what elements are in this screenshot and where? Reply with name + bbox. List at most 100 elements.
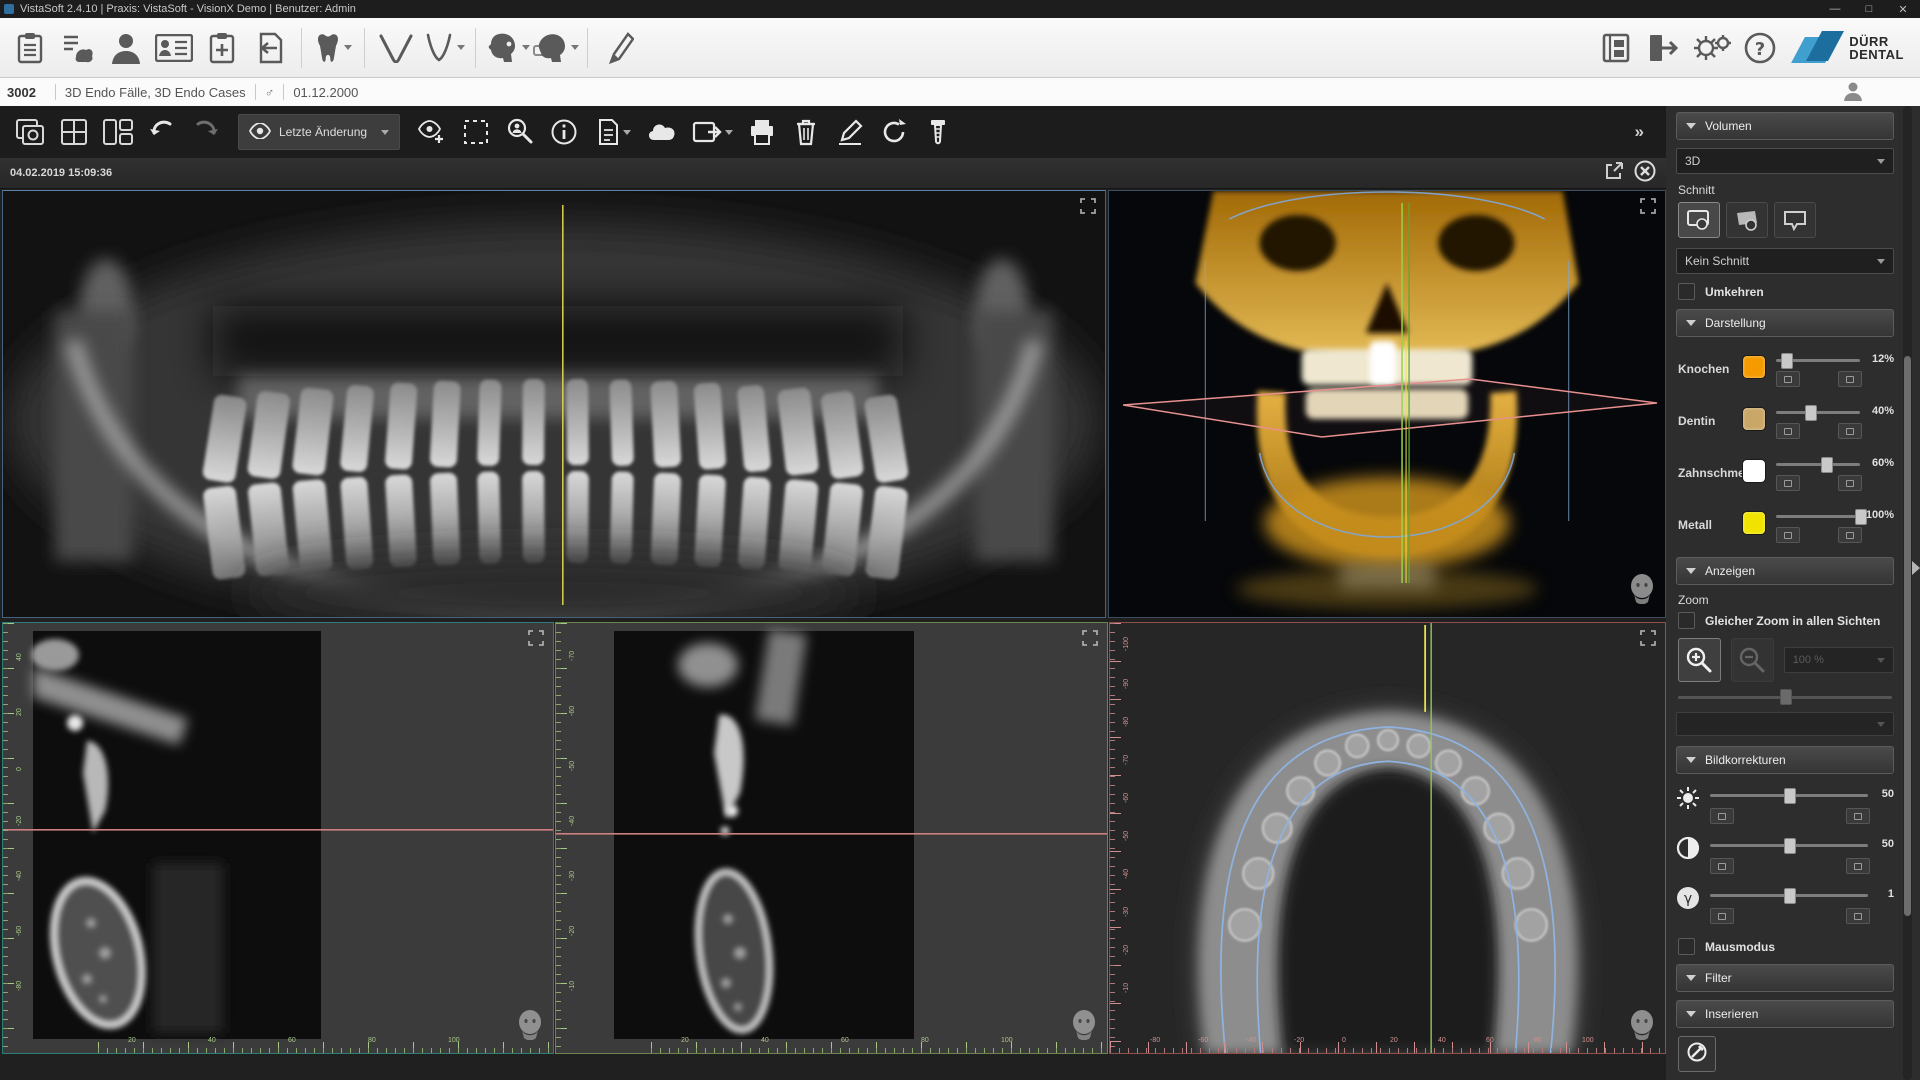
- toolbar-overflow-button[interactable]: »: [1635, 122, 1658, 142]
- close-button[interactable]: ✕: [1886, 0, 1920, 18]
- mouse-mode-checkbox-row[interactable]: Mausmodus: [1678, 938, 1894, 955]
- patient-card-button[interactable]: [151, 25, 197, 71]
- clip-mode-free-button[interactable]: [1774, 202, 1816, 238]
- volume-mode-dropdown[interactable]: 3D: [1676, 148, 1894, 174]
- slider-min-button[interactable]: [1710, 858, 1734, 874]
- slider-min-button[interactable]: [1776, 371, 1800, 387]
- checkbox-icon[interactable]: [1678, 938, 1695, 955]
- opacity-slider[interactable]: [1776, 411, 1860, 414]
- fullscreen-toggle-icon[interactable]: [1639, 629, 1657, 652]
- slider-thumb[interactable]: [1784, 888, 1796, 904]
- logout-button[interactable]: [1641, 25, 1687, 71]
- crop-region-button[interactable]: [454, 111, 498, 153]
- invert-checkbox-row[interactable]: Umkehren: [1678, 283, 1894, 300]
- slider-min-button[interactable]: [1776, 423, 1800, 439]
- fullscreen-toggle-icon[interactable]: [1639, 197, 1657, 220]
- section-header-filter[interactable]: Filter: [1676, 964, 1894, 992]
- volume-3d-panel[interactable]: [1108, 190, 1666, 618]
- orientation-head-icon[interactable]: [517, 1010, 543, 1045]
- zoom-in-button[interactable]: [1678, 638, 1721, 682]
- layout-alt-button[interactable]: [96, 111, 140, 153]
- cloud-button[interactable]: [640, 111, 684, 153]
- help-button[interactable]: ?: [1737, 25, 1783, 71]
- delete-button[interactable]: [784, 111, 828, 153]
- clip-mode-slab-button[interactable]: [1726, 202, 1768, 238]
- print-button[interactable]: [740, 111, 784, 153]
- close-view-icon[interactable]: [1634, 160, 1656, 187]
- reset-view-button[interactable]: [872, 111, 916, 153]
- report-button[interactable]: [586, 111, 640, 153]
- pen-tool-button[interactable]: [596, 25, 642, 71]
- section-header-bildkorrekturen[interactable]: Bildkorrekturen: [1676, 746, 1894, 774]
- new-job-button[interactable]: [199, 25, 245, 71]
- slider-thumb[interactable]: [1784, 788, 1796, 804]
- slider-min-button[interactable]: [1776, 475, 1800, 491]
- sidebar-scrollbar[interactable]: [1903, 106, 1912, 1080]
- opacity-slider[interactable]: [1776, 515, 1860, 518]
- gamma-slider[interactable]: [1710, 894, 1868, 897]
- same-zoom-checkbox-row[interactable]: Gleicher Zoom in allen Sichten: [1678, 612, 1894, 629]
- open-external-icon[interactable]: [1604, 161, 1624, 186]
- clip-plane-dropdown[interactable]: Kein Schnitt: [1676, 248, 1894, 274]
- arch-wide-button[interactable]: [373, 25, 419, 71]
- disabled-slider[interactable]: [1678, 692, 1892, 702]
- annotate-button[interactable]: [828, 111, 872, 153]
- color-swatch[interactable]: [1742, 407, 1766, 431]
- slider-min-button[interactable]: [1710, 808, 1734, 824]
- zoom-out-button[interactable]: [1731, 638, 1774, 682]
- sagittal-view-panel-2[interactable]: -70-60-50-40-30-20-10 20406080100: [555, 622, 1108, 1054]
- orientation-head-icon[interactable]: [1629, 574, 1655, 609]
- add-view-button[interactable]: [410, 111, 454, 153]
- media-gallery-button[interactable]: [1593, 25, 1639, 71]
- settings-button[interactable]: [1689, 25, 1735, 71]
- axial-view-panel[interactable]: -100-90-80-70-60-50-40-30-20-10 -80-60-4…: [1109, 622, 1666, 1054]
- orientation-head-icon[interactable]: [1071, 1010, 1097, 1045]
- sidebar-collapse-arrow[interactable]: [1912, 561, 1920, 575]
- ceph-acquisition-button[interactable]: [532, 25, 579, 71]
- slider-max-button[interactable]: [1838, 475, 1862, 491]
- slider-max-button[interactable]: [1846, 908, 1870, 924]
- slider-thumb[interactable]: [1784, 838, 1796, 854]
- fullscreen-toggle-icon[interactable]: [527, 629, 545, 652]
- pano-acquisition-button[interactable]: [484, 25, 530, 71]
- fullscreen-toggle-icon[interactable]: [1079, 197, 1097, 220]
- opacity-slider[interactable]: [1776, 463, 1860, 466]
- slider-min-button[interactable]: [1710, 908, 1734, 924]
- brightness-slider[interactable]: [1710, 794, 1868, 797]
- slider-max-button[interactable]: [1846, 858, 1870, 874]
- sagittal-view-panel-1[interactable]: 40200-20-40-60-80 20406080100: [2, 622, 554, 1054]
- panoramic-view-panel[interactable]: [2, 190, 1106, 618]
- color-swatch[interactable]: [1742, 511, 1766, 535]
- slider-thumb[interactable]: [1805, 405, 1817, 421]
- implant-tool-button[interactable]: [916, 111, 960, 153]
- slider-max-button[interactable]: [1838, 423, 1862, 439]
- section-header-anzeigen[interactable]: Anzeigen: [1676, 557, 1894, 585]
- insert-implant-button[interactable]: [1678, 1036, 1716, 1072]
- arch-narrow-button[interactable]: [421, 25, 467, 71]
- disabled-dropdown[interactable]: [1676, 712, 1894, 736]
- finding-search-button[interactable]: [498, 111, 542, 153]
- orientation-head-icon[interactable]: [1629, 1010, 1655, 1045]
- checkbox-icon[interactable]: [1678, 283, 1695, 300]
- slider-max-button[interactable]: [1838, 527, 1862, 543]
- worklist-button[interactable]: [7, 25, 53, 71]
- section-header-volumen[interactable]: Volumen: [1676, 112, 1894, 140]
- view-state-dropdown[interactable]: Letzte Änderung: [238, 114, 400, 150]
- snapshot-button[interactable]: [8, 111, 52, 153]
- zoom-value-dropdown[interactable]: 100 %: [1784, 647, 1894, 673]
- patient-info-icon[interactable]: [1842, 80, 1864, 105]
- fullscreen-toggle-icon[interactable]: [1081, 629, 1099, 652]
- image-list-button[interactable]: [55, 25, 101, 71]
- section-header-darstellung[interactable]: Darstellung: [1676, 309, 1894, 337]
- checkbox-icon[interactable]: [1678, 612, 1695, 629]
- slider-thumb[interactable]: [1780, 689, 1792, 705]
- info-button[interactable]: [542, 111, 586, 153]
- slider-max-button[interactable]: [1846, 808, 1870, 824]
- maximize-button[interactable]: □: [1852, 0, 1886, 18]
- clip-mode-plane-button[interactable]: [1678, 202, 1720, 238]
- intraoral-xray-button[interactable]: [310, 25, 356, 71]
- patient-button[interactable]: [103, 25, 149, 71]
- slider-max-button[interactable]: [1838, 371, 1862, 387]
- export-view-button[interactable]: [684, 111, 740, 153]
- scrollbar-thumb[interactable]: [1904, 356, 1911, 916]
